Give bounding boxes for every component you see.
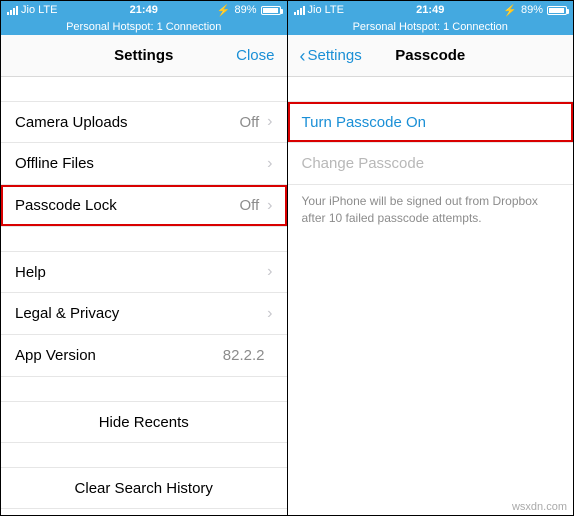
nav-bar: ‹ Settings Passcode xyxy=(288,35,574,77)
row-offline-files[interactable]: Offline Files › xyxy=(1,143,287,185)
row-help[interactable]: Help › xyxy=(1,251,287,293)
row-label: Turn Passcode On xyxy=(302,114,560,131)
row-app-version: App Version 82.2.2 xyxy=(1,335,287,377)
chevron-right-icon: › xyxy=(267,305,272,323)
chevron-left-icon: ‹ xyxy=(300,47,306,65)
row-clear-cache[interactable]: Clear Cache xyxy=(1,509,287,515)
hotspot-banner[interactable]: Personal Hotspot: 1 Connection xyxy=(288,19,574,35)
chevron-right-icon: › xyxy=(267,155,272,173)
row-change-passcode: Change Passcode xyxy=(288,143,574,185)
battery-pct: 89% xyxy=(521,4,543,16)
row-label: Help xyxy=(15,264,267,281)
watermark: wsxdn.com xyxy=(512,501,567,513)
bluetooth-icon: ⚡ xyxy=(503,4,517,17)
nav-title: Passcode xyxy=(395,47,465,64)
row-label: Legal & Privacy xyxy=(15,305,267,322)
back-label: Settings xyxy=(308,47,362,64)
battery-pct: 89% xyxy=(234,4,256,16)
row-label: App Version xyxy=(15,347,223,364)
network-label: LTE xyxy=(38,4,57,16)
clock: 21:49 xyxy=(130,4,158,16)
status-bar: Jio LTE 21:49 ⚡ 89% xyxy=(288,1,574,19)
signal-icon xyxy=(294,6,305,15)
row-label: Clear Search History xyxy=(75,480,213,497)
row-clear-search-history[interactable]: Clear Search History xyxy=(1,467,287,509)
row-hide-recents[interactable]: Hide Recents xyxy=(1,401,287,443)
back-button[interactable]: ‹ Settings xyxy=(300,47,362,65)
nav-title: Settings xyxy=(114,47,173,64)
row-passcode-lock[interactable]: Passcode Lock Off › xyxy=(1,185,287,227)
chevron-right-icon: › xyxy=(267,197,272,215)
clock: 21:49 xyxy=(416,4,444,16)
row-label: Change Passcode xyxy=(302,155,560,172)
row-label: Camera Uploads xyxy=(15,114,239,131)
row-value: Off xyxy=(239,114,259,131)
chevron-right-icon: › xyxy=(267,263,272,281)
row-label: Passcode Lock xyxy=(15,197,239,214)
passcode-footer-note: Your iPhone will be signed out from Drop… xyxy=(288,185,574,235)
row-label: Offline Files xyxy=(15,155,267,172)
status-bar: Jio LTE 21:49 ⚡ 89% xyxy=(1,1,287,19)
row-camera-uploads[interactable]: Camera Uploads Off › xyxy=(1,101,287,143)
carrier-label: Jio xyxy=(21,4,35,16)
nav-bar: Settings Close xyxy=(1,35,287,77)
bluetooth-icon: ⚡ xyxy=(217,4,231,17)
carrier-label: Jio xyxy=(308,4,322,16)
close-button[interactable]: Close xyxy=(236,47,274,64)
row-turn-passcode-on[interactable]: Turn Passcode On xyxy=(288,101,574,143)
row-legal-privacy[interactable]: Legal & Privacy › xyxy=(1,293,287,335)
chevron-right-icon: › xyxy=(267,113,272,131)
row-label: Hide Recents xyxy=(99,414,189,431)
battery-icon xyxy=(547,6,567,15)
network-label: LTE xyxy=(325,4,344,16)
hotspot-banner[interactable]: Personal Hotspot: 1 Connection xyxy=(1,19,287,35)
row-value: Off xyxy=(239,197,259,214)
battery-icon xyxy=(261,6,281,15)
row-value: 82.2.2 xyxy=(223,347,265,364)
signal-icon xyxy=(7,6,18,15)
